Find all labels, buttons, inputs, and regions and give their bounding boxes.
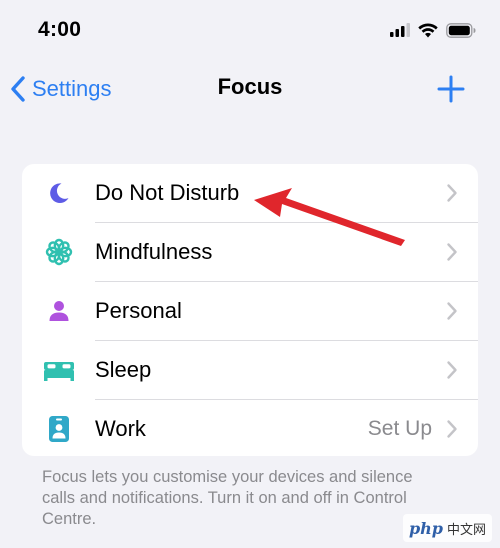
watermark-text: 中文网	[446, 521, 486, 537]
focus-item-label: Sleep	[95, 357, 152, 382]
status-bar: 4:00	[0, 0, 500, 62]
annotation-arrow	[254, 188, 405, 246]
watermark-logo: php	[408, 518, 443, 538]
id-badge-icon	[42, 414, 76, 444]
focus-item-personal[interactable]: Personal	[22, 282, 478, 340]
focus-item-work[interactable]: Work Set Up	[22, 400, 478, 456]
wifi-icon	[418, 23, 438, 37]
page-title: Focus	[217, 74, 283, 99]
focus-item-label: Mindfulness	[95, 239, 213, 264]
navigation-bar: Settings Focus	[0, 62, 500, 116]
chevron-right-icon	[447, 243, 457, 261]
focus-item-value: Set Up	[367, 417, 432, 440]
focus-item-label: Do Not Disturb	[95, 180, 240, 205]
focus-item-label: Personal	[95, 298, 182, 323]
battery-icon	[446, 22, 476, 38]
person-icon	[42, 296, 76, 326]
focus-item-sleep[interactable]: Sleep	[22, 341, 478, 399]
chevron-right-icon	[447, 361, 457, 379]
focus-item-label: Work	[95, 416, 146, 441]
status-time: 4:00	[38, 18, 82, 41]
flower-icon	[42, 237, 76, 267]
footer-description: Focus lets you customise your devices an…	[42, 468, 413, 528]
moon-icon	[42, 178, 76, 208]
add-button[interactable]	[436, 74, 466, 104]
cellular-signal-icon	[390, 23, 410, 37]
chevron-right-icon	[447, 184, 457, 202]
status-icons	[390, 20, 476, 40]
watermark: php 中文网	[402, 514, 492, 542]
chevron-right-icon	[447, 420, 457, 438]
chevron-right-icon	[447, 302, 457, 320]
bed-icon	[42, 355, 76, 385]
